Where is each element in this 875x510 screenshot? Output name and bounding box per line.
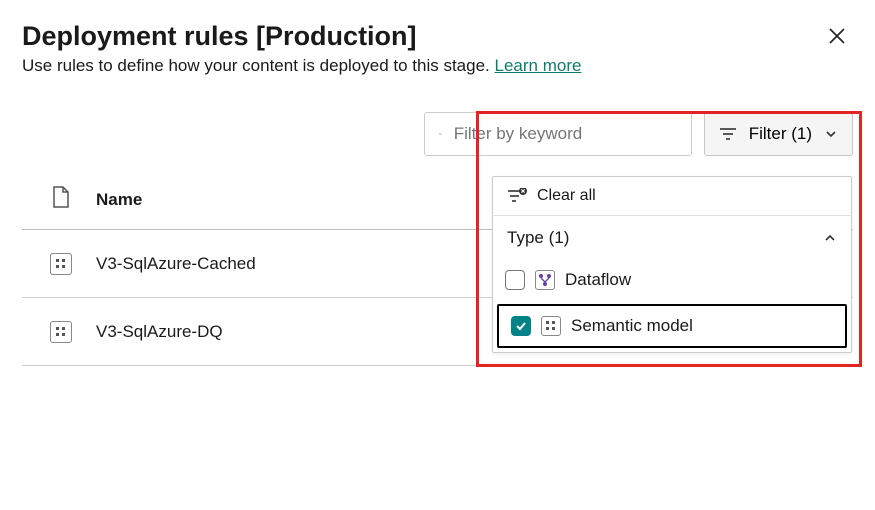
filter-dropdown-panel: Clear all Type (1) Dataflow bbox=[492, 176, 852, 353]
semantic-model-icon bbox=[541, 316, 561, 336]
search-box[interactable] bbox=[424, 112, 692, 156]
filter-button[interactable]: Filter (1) bbox=[704, 112, 853, 156]
filter-section-type[interactable]: Type (1) bbox=[493, 216, 851, 258]
learn-more-link[interactable]: Learn more bbox=[495, 56, 582, 75]
search-input[interactable] bbox=[452, 123, 677, 145]
filter-option-semantic-model[interactable]: Semantic model bbox=[497, 304, 847, 348]
semantic-model-icon bbox=[50, 253, 72, 275]
chevron-up-icon bbox=[823, 231, 837, 245]
clear-all-button[interactable]: Clear all bbox=[493, 177, 851, 216]
close-button[interactable] bbox=[821, 20, 853, 52]
filter-option-label: Dataflow bbox=[565, 270, 631, 290]
filter-option-label: Semantic model bbox=[571, 316, 693, 336]
column-header-name[interactable]: Name bbox=[96, 190, 142, 210]
file-icon bbox=[52, 186, 70, 208]
semantic-model-icon bbox=[50, 321, 72, 343]
checkbox-checked[interactable] bbox=[511, 316, 531, 336]
filter-option-dataflow[interactable]: Dataflow bbox=[493, 258, 851, 302]
page-title: Deployment rules [Production] bbox=[22, 21, 821, 52]
chevron-down-icon bbox=[824, 127, 838, 141]
close-icon bbox=[827, 26, 847, 46]
search-icon bbox=[439, 125, 442, 143]
item-name: V3-SqlAzure-Cached bbox=[96, 254, 256, 274]
clear-filter-icon bbox=[507, 188, 527, 204]
item-name: V3-SqlAzure-DQ bbox=[96, 322, 223, 342]
filter-icon bbox=[719, 127, 737, 141]
checkbox-unchecked[interactable] bbox=[505, 270, 525, 290]
dataflow-icon bbox=[535, 270, 555, 290]
page-subtitle: Use rules to define how your content is … bbox=[22, 56, 853, 76]
